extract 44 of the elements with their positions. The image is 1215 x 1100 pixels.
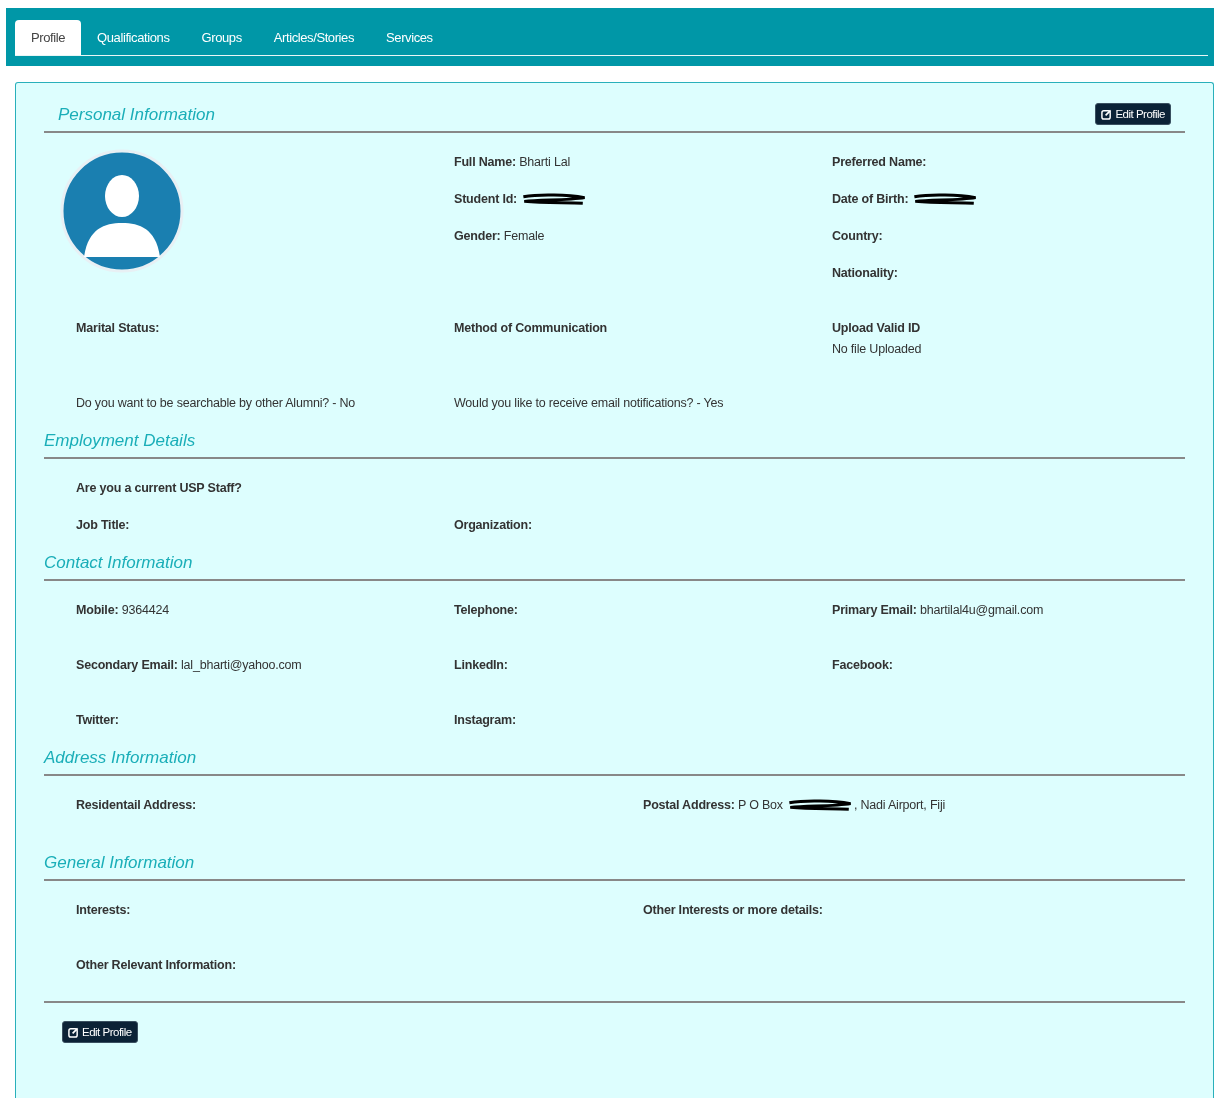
- profile-field: Other Relevant Information:: [76, 957, 643, 973]
- avatar-icon: [60, 149, 184, 273]
- section-title: Employment Details: [44, 431, 196, 451]
- profile-field: Interests:: [76, 902, 643, 918]
- preference-text: Would you like to receive email notifications? - Yes: [454, 395, 725, 411]
- preference-text: Do you want to be searchable by other Alumni? - No: [76, 395, 357, 411]
- upload-id-label: Upload Valid ID: [832, 320, 921, 336]
- profile-field: Twitter:: [76, 712, 454, 728]
- profile-field: Student Id:: [454, 191, 832, 207]
- profile-field: Date of Birth:: [832, 191, 1185, 207]
- tab[interactable]: Services: [370, 20, 449, 55]
- profile-field: Gender: Female: [454, 228, 832, 244]
- profile-field: Other Interests or more details:: [643, 902, 1185, 918]
- edit-icon: [68, 1026, 79, 1038]
- tab[interactable]: Qualifications: [81, 20, 186, 55]
- profile-field: Marital Status:: [76, 320, 454, 336]
- profile-field: Instagram:: [454, 712, 832, 728]
- profile-field: Organization:: [454, 517, 832, 533]
- edit-icon: [1101, 108, 1113, 120]
- profile-field: Job Title:: [76, 517, 454, 533]
- profile-field: Full Name: Bharti Lal: [454, 154, 832, 170]
- section-title: Contact Information: [44, 553, 193, 573]
- section-title: Personal Information: [58, 105, 215, 125]
- profile-field: Method of Communication: [454, 320, 832, 336]
- tab[interactable]: Groups: [185, 20, 258, 55]
- upload-status: No file Uploaded: [832, 342, 923, 356]
- profile-field: Preferred Name:: [832, 154, 1185, 170]
- edit-profile-button[interactable]: Edit Profile: [1095, 103, 1171, 125]
- tab[interactable]: Articles/Stories: [257, 20, 371, 55]
- profile-field: Telephone:: [454, 602, 832, 618]
- profile-field: Postal Address: P O Box , Nadi Airport, Fiji: [643, 797, 1185, 813]
- profile-field: Mobile: 9364424: [76, 602, 454, 618]
- profile-field: Secondary Email: lal_bharti@yahoo.com: [76, 657, 454, 673]
- edit-profile-button[interactable]: Edit Profile: [62, 1021, 138, 1043]
- tab[interactable]: Profile: [15, 20, 82, 55]
- profile-field: LinkedIn:: [454, 657, 832, 673]
- profile-field: Nationality:: [832, 265, 1185, 281]
- profile-field: Primary Email: bhartilal4u@gmail.com: [832, 602, 1185, 618]
- profile-field: Residentail Address:: [76, 797, 643, 813]
- section-title: Address Information: [44, 748, 197, 768]
- profile-field: Country:: [832, 228, 1185, 244]
- section-title: General Information: [44, 853, 195, 873]
- profile-field: Facebook:: [832, 657, 1185, 673]
- profile-field: Are you a current USP Staff?: [76, 480, 454, 496]
